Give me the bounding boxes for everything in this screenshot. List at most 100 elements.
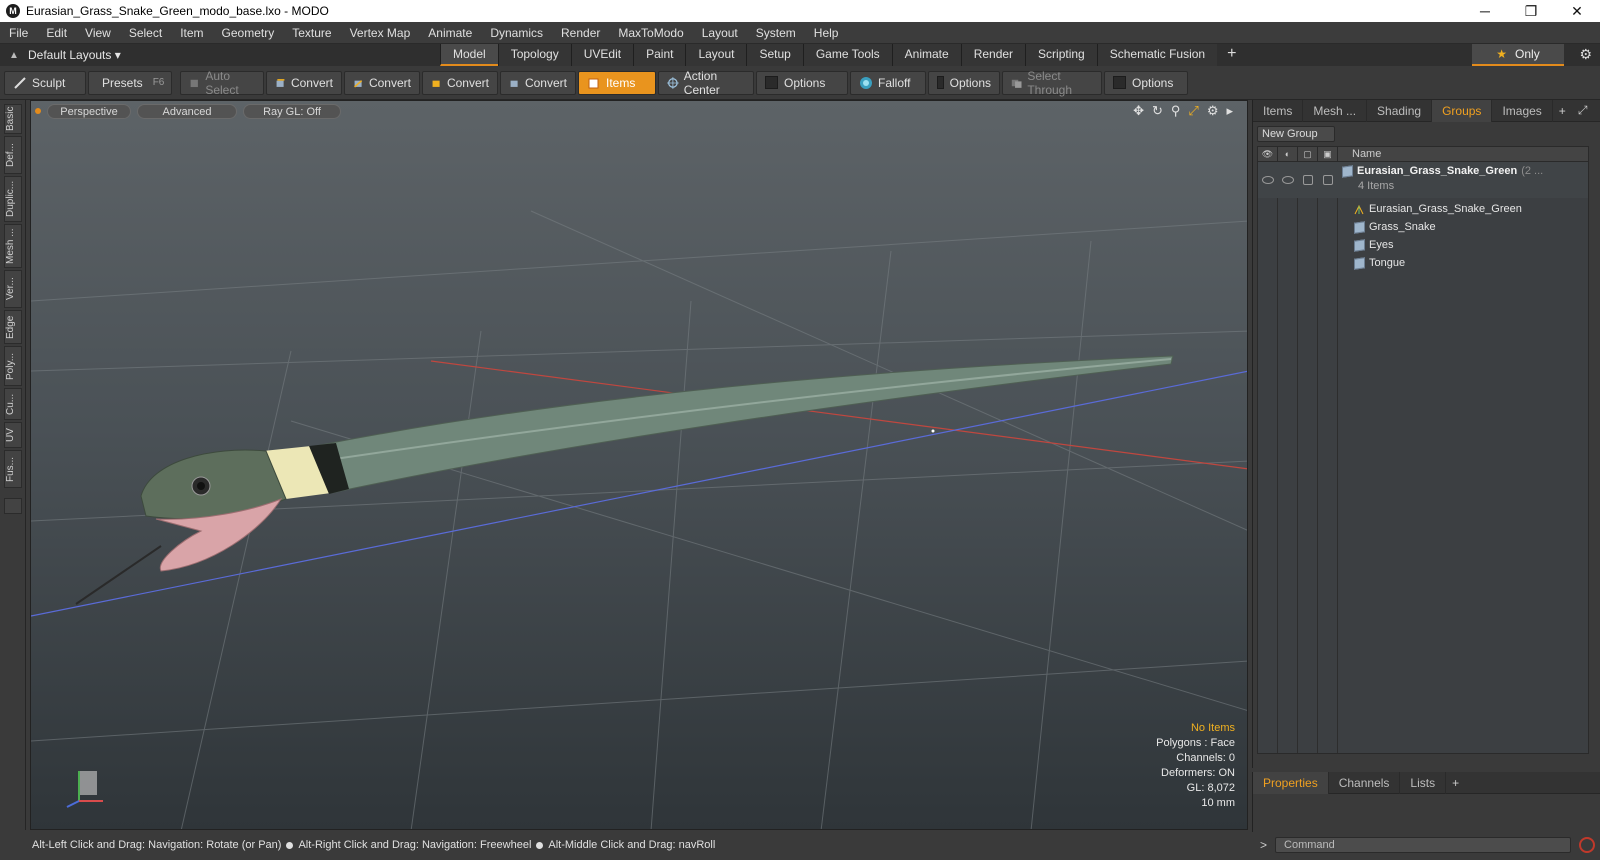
- menu-dynamics[interactable]: Dynamics: [481, 22, 552, 44]
- select-toggle-icon[interactable]: [1323, 175, 1333, 185]
- tab-images[interactable]: Images: [1492, 99, 1553, 122]
- tab-items[interactable]: Items: [1253, 99, 1304, 122]
- menu-select[interactable]: Select: [120, 22, 171, 44]
- perspective-dropdown[interactable]: Perspective: [47, 103, 131, 119]
- viewport-expand-icon[interactable]: ▸: [1226, 103, 1233, 119]
- restore-button[interactable]: ❐: [1508, 0, 1554, 22]
- menu-geometry[interactable]: Geometry: [213, 22, 284, 44]
- list-item[interactable]: Eyes: [1354, 236, 1393, 254]
- menu-maxtomodo[interactable]: MaxToModo: [609, 22, 692, 44]
- tab-render[interactable]: Render: [960, 44, 1026, 66]
- select-column-icon[interactable]: ▣: [1318, 147, 1338, 161]
- 3d-viewport[interactable]: Perspective Advanced Ray GL: Off ✥ ↻ ⚲ ⤢…: [30, 100, 1248, 830]
- convert-polygons-button[interactable]: Convert: [422, 70, 498, 95]
- render-toggle-icon[interactable]: [1282, 176, 1294, 184]
- raygl-dropdown[interactable]: Ray GL: Off: [243, 103, 341, 119]
- menu-item[interactable]: Item: [171, 22, 212, 44]
- convert-icon: [276, 78, 285, 87]
- tab-fusion[interactable]: Fus...: [4, 450, 22, 488]
- add-tab-icon[interactable]: +: [1553, 104, 1572, 118]
- render-column-icon[interactable]: ◐: [1278, 147, 1298, 161]
- convert-vertices-button[interactable]: Convert: [266, 70, 342, 95]
- convert-items-button[interactable]: Convert: [500, 70, 576, 95]
- tab-shading[interactable]: Shading: [1367, 99, 1433, 122]
- tab-extra[interactable]: [4, 498, 22, 514]
- rotate-icon[interactable]: ↻: [1152, 103, 1163, 119]
- tab-model[interactable]: Model: [440, 44, 498, 66]
- tab-edge[interactable]: Edge: [4, 310, 22, 344]
- zoom-icon[interactable]: ⚲: [1171, 103, 1181, 119]
- lock-column-icon[interactable]: ▢: [1298, 147, 1318, 161]
- tab-uv[interactable]: UV: [4, 422, 22, 448]
- close-button[interactable]: ✕: [1554, 0, 1600, 22]
- menu-file[interactable]: File: [0, 22, 37, 44]
- list-item[interactable]: Grass_Snake: [1354, 218, 1436, 236]
- tab-duplicate[interactable]: Duplic...: [4, 176, 22, 222]
- tab-groups[interactable]: Groups: [1432, 99, 1493, 122]
- list-item[interactable]: Eurasian_Grass_Snake_Green: [1354, 200, 1522, 218]
- visibility-column-icon[interactable]: 👁: [1258, 147, 1278, 161]
- collapse-arrow-icon[interactable]: ▲: [0, 50, 28, 61]
- visibility-eye-icon[interactable]: [1262, 176, 1274, 184]
- tab-animate[interactable]: Animate: [891, 44, 961, 66]
- options-button-1[interactable]: Options: [756, 70, 848, 95]
- menu-texture[interactable]: Texture: [283, 22, 340, 44]
- tab-curve[interactable]: Cu...: [4, 388, 22, 420]
- advanced-dropdown[interactable]: Advanced: [137, 103, 237, 119]
- list-item[interactable]: Tongue: [1354, 254, 1405, 272]
- expand-panel-icon[interactable]: ⤢: [1572, 103, 1594, 118]
- fit-icon[interactable]: ⤢: [1188, 103, 1198, 119]
- menu-vertex-map[interactable]: Vertex Map: [341, 22, 420, 44]
- gear-icon[interactable]: ⚙: [1579, 46, 1592, 63]
- menu-system[interactable]: System: [747, 22, 805, 44]
- menu-animate[interactable]: Animate: [419, 22, 481, 44]
- window-title: Eurasian_Grass_Snake_Green_modo_base.lxo…: [26, 4, 329, 18]
- lock-toggle-icon[interactable]: [1303, 175, 1313, 185]
- viewport-menu-dot-icon[interactable]: [35, 108, 41, 114]
- menu-help[interactable]: Help: [805, 22, 848, 44]
- tab-mesh[interactable]: Mesh ...: [1303, 99, 1368, 122]
- select-through-label: Select Through: [1027, 68, 1073, 97]
- tab-lists[interactable]: Lists: [1400, 771, 1447, 794]
- tab-scripting[interactable]: Scripting: [1025, 44, 1097, 66]
- only-toggle[interactable]: ★ Only: [1472, 44, 1564, 66]
- items-button[interactable]: Items: [578, 70, 656, 95]
- action-center-button[interactable]: Action Center: [658, 69, 754, 97]
- tab-paint[interactable]: Paint: [633, 44, 686, 66]
- tab-layout[interactable]: Layout: [685, 44, 747, 66]
- default-layouts-dropdown[interactable]: Default Layouts ▾: [28, 48, 121, 62]
- falloff-button[interactable]: Falloff: [850, 70, 926, 95]
- add-tab-icon[interactable]: +: [1446, 776, 1465, 790]
- add-tab-button[interactable]: +: [1217, 44, 1246, 66]
- options-button-2[interactable]: Options: [928, 70, 1000, 95]
- tab-channels[interactable]: Channels: [1329, 771, 1401, 794]
- tab-schematic-fusion[interactable]: Schematic Fusion: [1096, 44, 1218, 66]
- tab-deform[interactable]: Def...: [4, 136, 22, 174]
- presets-label: Presets: [102, 75, 143, 90]
- record-macro-icon[interactable]: [1579, 837, 1596, 853]
- tab-polygon[interactable]: Poly...: [4, 346, 22, 386]
- new-group-button[interactable]: New Group: [1257, 126, 1335, 142]
- menu-layout[interactable]: Layout: [693, 22, 747, 44]
- tab-topology[interactable]: Topology: [497, 44, 571, 66]
- options-button-3[interactable]: Options: [1104, 70, 1188, 95]
- menu-view[interactable]: View: [76, 22, 120, 44]
- auto-select-button[interactable]: Auto Select: [180, 69, 264, 97]
- tab-basic[interactable]: Basic: [4, 104, 22, 134]
- tab-mesh[interactable]: Mesh ...: [4, 224, 22, 268]
- viewport-settings-icon[interactable]: ⚙: [1207, 103, 1219, 119]
- pan-icon[interactable]: ✥: [1133, 103, 1144, 119]
- sculpt-button[interactable]: Sculpt: [4, 70, 86, 95]
- tab-setup[interactable]: Setup: [746, 44, 803, 66]
- minimize-button[interactable]: ─: [1462, 0, 1508, 22]
- tab-properties[interactable]: Properties: [1253, 771, 1329, 794]
- convert-edges-button[interactable]: Convert: [344, 70, 420, 95]
- tab-vertex[interactable]: Ver...: [4, 270, 22, 308]
- tab-game-tools[interactable]: Game Tools: [802, 44, 892, 66]
- menu-render[interactable]: Render: [552, 22, 609, 44]
- tab-uvedit[interactable]: UVEdit: [570, 44, 634, 66]
- presets-button[interactable]: Presets F6: [88, 70, 172, 95]
- command-input[interactable]: Command: [1275, 837, 1572, 853]
- select-through-button[interactable]: Select Through: [1002, 68, 1102, 97]
- menu-edit[interactable]: Edit: [37, 22, 76, 44]
